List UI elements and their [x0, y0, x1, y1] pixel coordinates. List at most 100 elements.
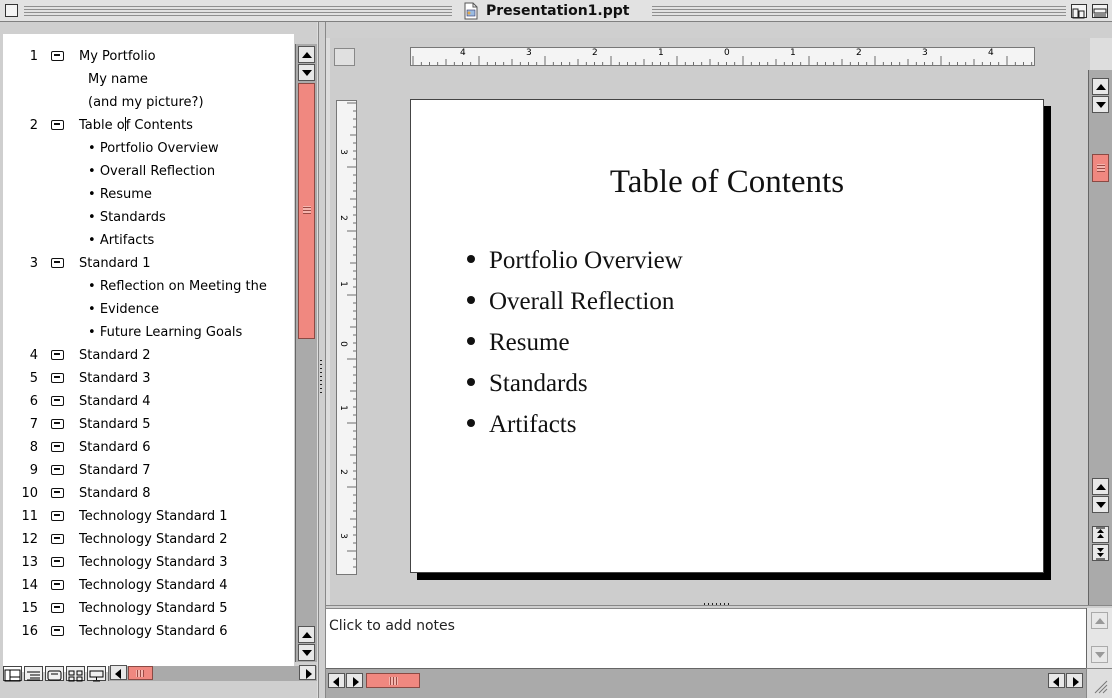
outline-list[interactable]: 1 My Portfolio My name (and my picture?)…: [3, 34, 294, 672]
notes-vertical-scrollbar[interactable]: [1086, 608, 1112, 668]
bullet-text[interactable]: • Reflection on Meeting the: [88, 275, 267, 298]
collapse-box[interactable]: [1092, 4, 1108, 18]
slide-icon[interactable]: [51, 350, 64, 360]
slide-title-placeholder[interactable]: Table of Contents: [411, 164, 1043, 201]
outline-view-button[interactable]: [24, 666, 43, 681]
slide-title[interactable]: Standard 2: [79, 344, 151, 367]
bullet-text[interactable]: • Overall Reflection: [88, 160, 215, 183]
slide-icon[interactable]: [51, 442, 64, 452]
scroll-thumb[interactable]: [128, 666, 153, 680]
slide-icon[interactable]: [51, 580, 64, 590]
slide-title[interactable]: Standard 7: [79, 459, 151, 482]
slide-bullet[interactable]: Artifacts: [467, 404, 683, 445]
slide-icon[interactable]: [51, 488, 64, 498]
slide-sorter-view-icon: [68, 670, 83, 682]
normal-view-button[interactable]: [3, 666, 22, 682]
slide-bullet[interactable]: Standards: [467, 363, 683, 404]
scroll-up-button[interactable]: [1092, 78, 1109, 95]
scroll-up-button[interactable]: [1091, 612, 1108, 629]
slide-icon[interactable]: [51, 534, 64, 544]
slide-number: 1: [29, 49, 38, 64]
bullet-text[interactable]: • Resume: [88, 183, 152, 206]
outline-vertical-scrollbar[interactable]: [295, 44, 317, 662]
slide-title[interactable]: My Portfolio: [79, 45, 156, 68]
slide-icon[interactable]: [51, 557, 64, 567]
horizontal-ruler[interactable]: 4 3 2 1 0 1 2 3 4: [410, 47, 1035, 66]
scroll-down-button[interactable]: [1091, 646, 1108, 663]
bullet-text[interactable]: • Standards: [88, 206, 166, 229]
pane-splitter[interactable]: [318, 22, 326, 698]
slide-bullet-list[interactable]: Portfolio Overview Overall Reflection Re…: [467, 240, 683, 445]
scroll-down-button[interactable]: [298, 644, 315, 661]
vertical-ruler[interactable]: 3 2 1 0 1 2 3: [336, 100, 357, 575]
scroll-down-button[interactable]: [298, 64, 315, 81]
slide-view-button[interactable]: [45, 666, 64, 681]
slide-canvas[interactable]: Table of Contents Portfolio Overview Ove…: [410, 99, 1044, 573]
slide-bullet[interactable]: Resume: [467, 322, 683, 363]
bullet-label: Future Learning Goals: [99, 325, 243, 340]
ruler-label: 4: [460, 48, 466, 58]
slide-icon[interactable]: [51, 511, 64, 521]
resize-corner[interactable]: [1086, 668, 1112, 698]
bullet-text[interactable]: • Evidence: [88, 298, 159, 321]
slide-icon[interactable]: [51, 626, 64, 636]
slide-title[interactable]: Standard 1: [79, 252, 151, 275]
slide-title[interactable]: Table of Contents: [79, 114, 193, 137]
notes-pane[interactable]: Click to add notes: [326, 608, 1086, 668]
zoom-box[interactable]: [1071, 4, 1087, 19]
scroll-up-button[interactable]: [298, 626, 315, 643]
slide-icon[interactable]: [51, 120, 64, 130]
slide-icon[interactable]: [51, 373, 64, 383]
bullet-text[interactable]: • Future Learning Goals: [88, 321, 242, 344]
slide-icon[interactable]: [51, 419, 64, 429]
slide-number: 9: [29, 463, 38, 478]
slide-icon[interactable]: [51, 465, 64, 475]
scroll-down-button[interactable]: [1092, 96, 1109, 113]
slide-title[interactable]: Standard 5: [79, 413, 151, 436]
slide-title[interactable]: Technology Standard 3: [79, 551, 228, 574]
slide-icon[interactable]: [51, 396, 64, 406]
slide-title[interactable]: Technology Standard 1: [79, 505, 228, 528]
outline-view-icon: [27, 671, 40, 681]
slide-bullet[interactable]: Portfolio Overview: [467, 240, 683, 281]
outline-horizontal-scrollbar[interactable]: [108, 665, 317, 681]
scroll-down-button[interactable]: [1092, 496, 1109, 513]
slide-icon[interactable]: [51, 51, 64, 61]
slide-title[interactable]: Standard 8: [79, 482, 151, 505]
scroll-left-button[interactable]: [1048, 673, 1065, 688]
slide-sorter-view-button[interactable]: [66, 666, 85, 682]
scroll-right-button[interactable]: [346, 673, 363, 688]
subtitle-text[interactable]: (and my picture?): [88, 91, 204, 114]
scroll-right-button[interactable]: [299, 665, 316, 680]
scroll-thumb[interactable]: [298, 83, 315, 339]
close-box[interactable]: [5, 4, 18, 17]
scroll-left-button[interactable]: [328, 673, 345, 688]
bullet-text[interactable]: • Artifacts: [88, 229, 154, 252]
slide-title[interactable]: Standard 4: [79, 390, 151, 413]
scroll-thumb[interactable]: [1092, 154, 1109, 182]
slide-title[interactable]: Technology Standard 4: [79, 574, 228, 597]
scroll-left-button[interactable]: [110, 665, 127, 680]
next-slide-button[interactable]: [1092, 544, 1109, 561]
notes-placeholder[interactable]: Click to add notes: [329, 618, 455, 634]
previous-slide-button[interactable]: [1092, 526, 1109, 543]
slide-vertical-scrollbar[interactable]: [1088, 70, 1112, 605]
scroll-up-button[interactable]: [1092, 478, 1109, 495]
bullet-text[interactable]: • Portfolio Overview: [88, 137, 219, 160]
ruler-corner[interactable]: [334, 48, 355, 66]
slide-title[interactable]: Standard 6: [79, 436, 151, 459]
scroll-thumb[interactable]: [366, 673, 420, 688]
slide-title[interactable]: Technology Standard 5: [79, 597, 228, 620]
slide-show-view-button[interactable]: [87, 666, 106, 682]
slide-icon[interactable]: [51, 258, 64, 268]
slide-title[interactable]: Technology Standard 6: [79, 620, 228, 643]
slide-title[interactable]: Technology Standard 2: [79, 528, 228, 551]
slide-bullet[interactable]: Overall Reflection: [467, 281, 683, 322]
subtitle-text[interactable]: My name: [88, 68, 148, 91]
slide-horizontal-scrollbar[interactable]: [326, 668, 1086, 698]
slide-icon[interactable]: [51, 603, 64, 613]
slide-title[interactable]: Standard 3: [79, 367, 151, 390]
scroll-up-button[interactable]: [298, 46, 315, 63]
window-titlebar[interactable]: Presentation1.ppt: [0, 0, 1112, 22]
scroll-right-button[interactable]: [1066, 673, 1083, 688]
